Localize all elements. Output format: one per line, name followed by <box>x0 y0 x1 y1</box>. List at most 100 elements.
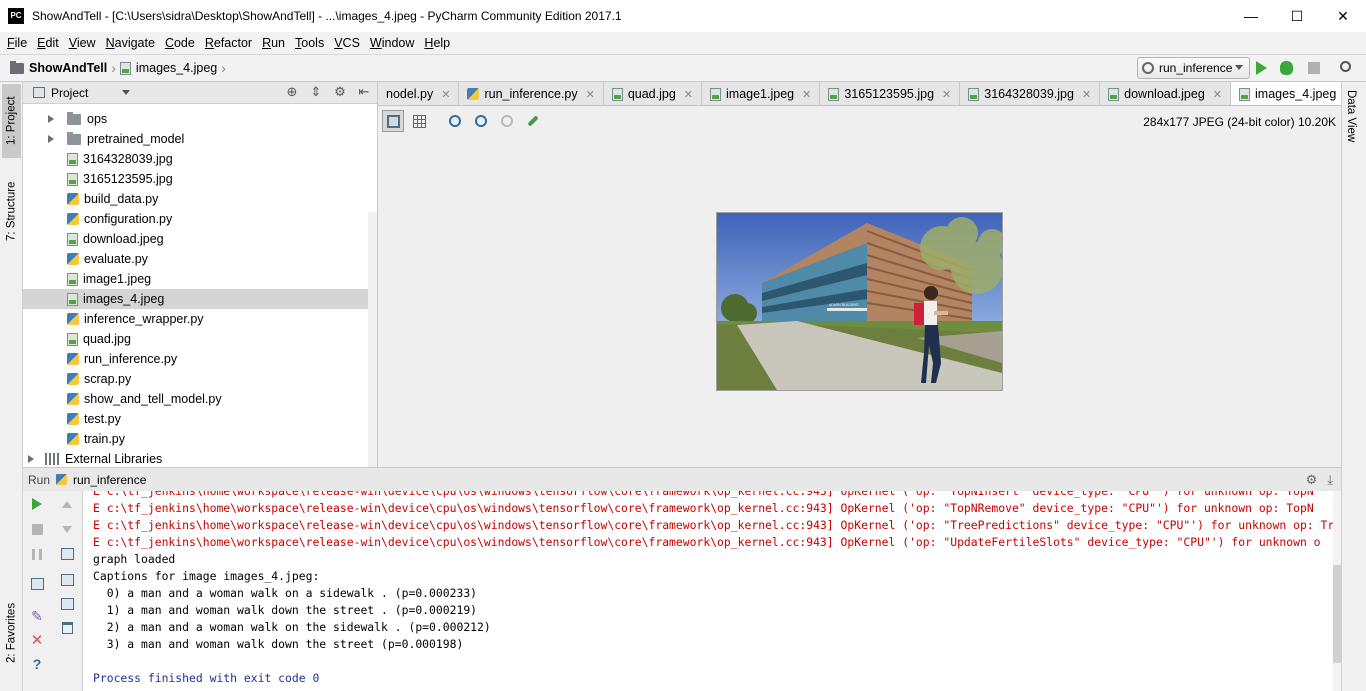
console-line: Process finished with exit code 0 <box>93 671 320 685</box>
menu-item-navigate[interactable]: Navigate <box>101 33 160 53</box>
menu-item-view[interactable]: View <box>64 33 101 53</box>
close-tab-icon[interactable]: ✕ <box>942 88 951 101</box>
project-tree-item[interactable]: quad.jpg <box>23 329 377 349</box>
run-configuration-select[interactable]: run_inference <box>1137 57 1250 79</box>
rerun-button[interactable] <box>28 495 46 513</box>
project-scrollbar[interactable] <box>368 212 377 467</box>
editor-tab[interactable]: quad.jpg ✕ <box>604 82 703 105</box>
editor-tab-label: run_inference.py <box>484 87 578 101</box>
project-tree-item[interactable]: image1.jpeg <box>23 269 377 289</box>
soft-wrap-button[interactable] <box>58 545 76 563</box>
editor-tab[interactable]: download.jpeg ✕ <box>1100 82 1231 105</box>
image-info: 284x177 JPEG (24-bit color) 10.20K <box>1143 115 1336 129</box>
editor-tab[interactable]: 3165123595.jpg ✕ <box>820 82 961 105</box>
expand-arrow-icon[interactable] <box>28 455 34 463</box>
hide-panel-icon[interactable]: ⤓ <box>1327 472 1333 488</box>
run-config-tab[interactable]: run_inference <box>73 473 146 487</box>
close-tab-icon[interactable]: ✕ <box>684 88 693 101</box>
dump-threads-button[interactable] <box>28 575 46 593</box>
close-tab-icon[interactable]: ✕ <box>802 88 811 101</box>
stop-button[interactable] <box>1306 60 1322 76</box>
menu-item-refactor[interactable]: Refactor <box>200 33 257 53</box>
close-button[interactable]: ✕ <box>1320 0 1366 32</box>
gear-icon[interactable]: ⚙ <box>1306 472 1318 488</box>
python-file-icon <box>67 313 79 325</box>
console-scrollbar-thumb[interactable] <box>1333 565 1341 663</box>
project-tree-item[interactable]: configuration.py <box>23 209 377 229</box>
menu-item-file[interactable]: File <box>2 33 32 53</box>
menu-item-window[interactable]: Window <box>365 33 419 53</box>
menu-item-tools[interactable]: Tools <box>290 33 329 53</box>
tab-project-tool[interactable]: 1: Project <box>2 84 21 158</box>
close-tab-icon[interactable]: ✕ <box>1213 88 1222 101</box>
console-scrollbar[interactable] <box>1333 491 1341 691</box>
collapse-all-icon[interactable]: ⇕ <box>309 85 323 99</box>
maximize-button[interactable]: ☐ <box>1274 0 1320 32</box>
minimize-button[interactable]: — <box>1228 0 1274 32</box>
expand-arrow-icon[interactable] <box>48 135 54 143</box>
project-tree-item[interactable]: ops <box>23 109 377 129</box>
close-tab-icon[interactable]: ✕ <box>1082 88 1091 101</box>
fit-to-window-button[interactable] <box>382 110 404 132</box>
tab-data-view[interactable]: Data View <box>1345 90 1357 142</box>
color-picker-button[interactable] <box>522 110 544 132</box>
project-tree-item[interactable]: 3164328039.jpg <box>23 149 377 169</box>
editor-tab[interactable]: 3164328039.jpg ✕ <box>960 82 1101 105</box>
project-tree-item[interactable]: train.py <box>23 429 377 449</box>
pin-icon: ✎ <box>31 607 43 624</box>
close-run-button[interactable]: ✕ <box>28 631 46 649</box>
print-button[interactable] <box>58 595 76 613</box>
stop-button[interactable] <box>28 520 46 538</box>
project-tree-item[interactable]: scrap.py <box>23 369 377 389</box>
actual-size-button[interactable] <box>496 110 518 132</box>
search-everywhere-button[interactable] <box>1340 61 1356 77</box>
project-tree-item[interactable]: images_4.jpeg <box>23 289 377 309</box>
run-console[interactable]: E c:\tf_jenkins\home\workspace\release-w… <box>83 491 1333 691</box>
locate-file-icon[interactable]: ⊕ <box>285 85 299 99</box>
menu-item-run[interactable]: Run <box>257 33 290 53</box>
editor-tab[interactable]: run_inference.py ✕ <box>459 82 604 105</box>
project-tree-item[interactable]: build_data.py <box>23 189 377 209</box>
editor-tab[interactable]: images_4.jpeg✕ <box>1231 82 1341 105</box>
project-tree-item[interactable]: evaluate.py <box>23 249 377 269</box>
menu-item-edit[interactable]: Edit <box>32 33 64 53</box>
chevron-down-icon[interactable] <box>122 90 131 95</box>
close-tab-icon[interactable]: ✕ <box>586 88 595 101</box>
run-panel-tools: ⚙ ⤓ <box>1306 472 1333 488</box>
project-tree-item[interactable]: pretrained_model <box>23 129 377 149</box>
toggle-grid-button[interactable] <box>408 110 430 132</box>
tab-structure-tool[interactable]: 7: Structure <box>2 172 21 250</box>
debug-button[interactable] <box>1280 61 1296 77</box>
zoom-in-button[interactable] <box>444 110 466 132</box>
scroll-up-button[interactable] <box>58 495 76 513</box>
project-tree-item[interactable]: show_and_tell_model.py <box>23 389 377 409</box>
project-tree-item[interactable]: test.py <box>23 409 377 429</box>
scroll-down-button[interactable] <box>58 520 76 538</box>
pin-tab-button[interactable]: ✎ <box>28 607 46 625</box>
project-view-select[interactable]: Project <box>51 86 88 100</box>
image-file-icon <box>710 87 722 101</box>
gear-icon[interactable]: ⚙ <box>333 85 347 99</box>
project-tree-item[interactable]: 3165123595.jpg <box>23 169 377 189</box>
menu-item-vcs[interactable]: VCS <box>329 33 365 53</box>
close-tab-icon[interactable]: ✕ <box>441 88 450 101</box>
editor-tab[interactable]: nodel.py ✕ <box>378 82 460 105</box>
project-tree-item[interactable]: run_inference.py <box>23 349 377 369</box>
pause-button[interactable] <box>28 545 46 563</box>
clear-all-button[interactable] <box>58 619 76 637</box>
menu-item-help[interactable]: Help <box>419 33 455 53</box>
project-tree-item[interactable]: External Libraries <box>23 449 377 469</box>
editor-tab[interactable]: image1.jpeg ✕ <box>702 82 821 105</box>
project-tree-item[interactable]: download.jpeg <box>23 229 377 249</box>
zoom-out-button[interactable] <box>470 110 492 132</box>
help-button[interactable]: ? <box>28 655 46 673</box>
run-button[interactable] <box>1256 61 1272 77</box>
hide-panel-icon[interactable]: ⇤ <box>357 85 371 99</box>
tab-favorites-tool[interactable]: 2: Favorites <box>2 590 21 676</box>
menu-item-code[interactable]: Code <box>160 33 200 53</box>
breadcrumb-file[interactable]: images_4.jpeg <box>136 61 217 75</box>
project-tree-item[interactable]: inference_wrapper.py <box>23 309 377 329</box>
scroll-to-end-button[interactable] <box>58 571 76 589</box>
expand-arrow-icon[interactable] <box>48 115 54 123</box>
breadcrumb-project[interactable]: ShowAndTell <box>29 61 107 75</box>
